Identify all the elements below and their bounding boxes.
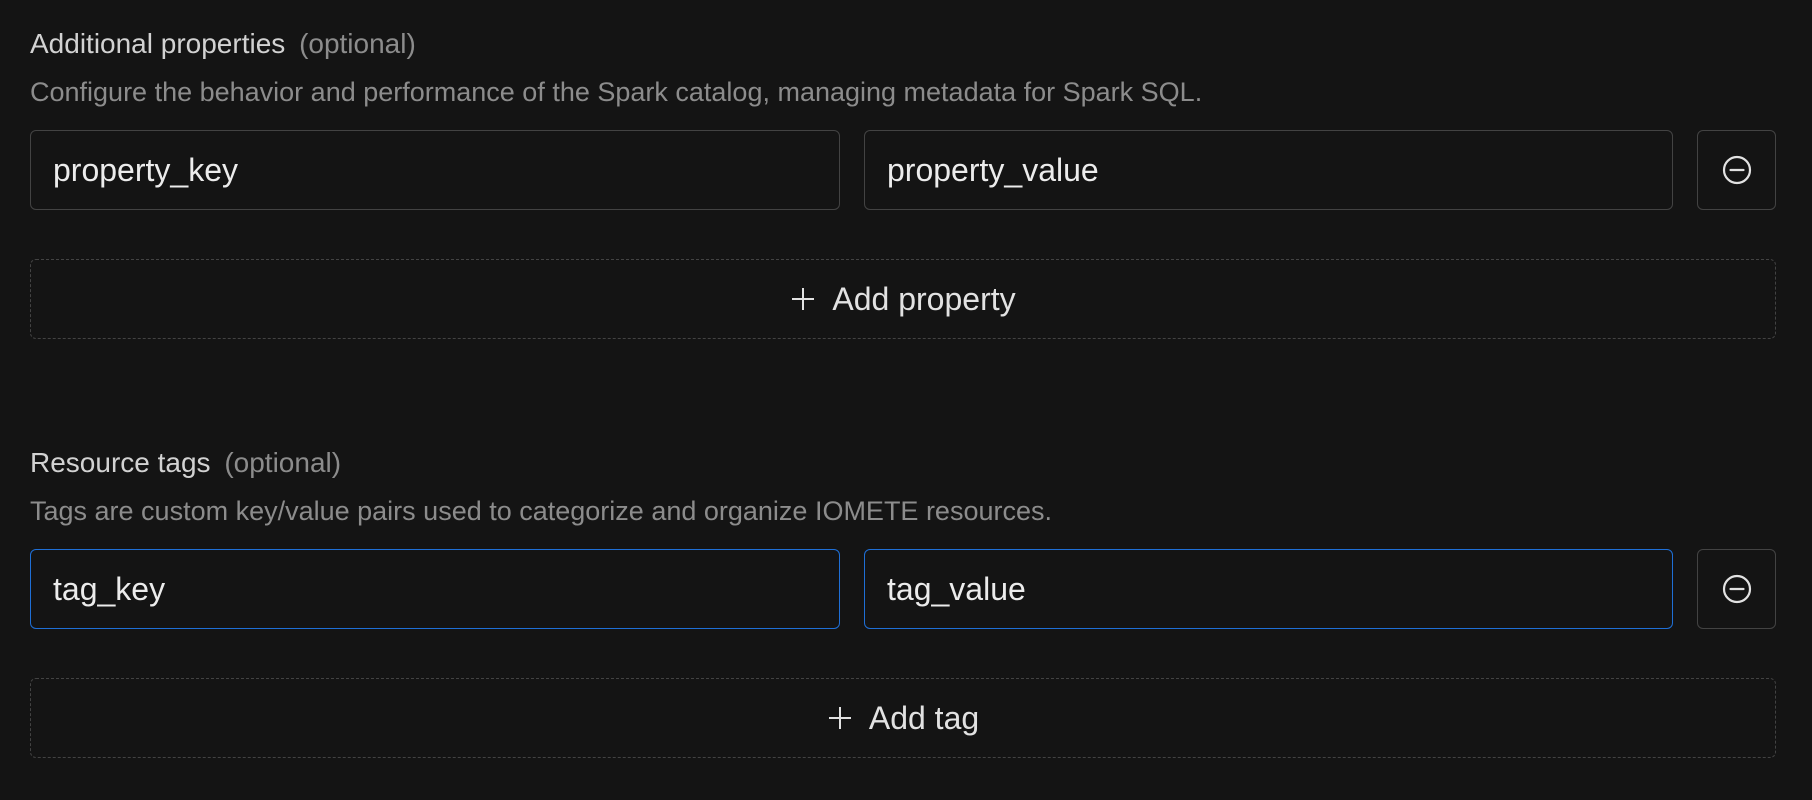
add-tag-button[interactable]: Add tag: [30, 678, 1776, 758]
optional-label: (optional): [224, 447, 342, 478]
add-property-button[interactable]: Add property: [30, 259, 1776, 339]
resource-tags-section: Resource tags (optional) Tags are custom…: [30, 445, 1776, 758]
tag-row: [30, 549, 1776, 629]
additional-properties-section: Additional properties (optional) Configu…: [30, 26, 1776, 339]
section-heading: Resource tags (optional): [30, 445, 1776, 481]
tag-key-input[interactable]: [30, 549, 840, 629]
property-row: [30, 130, 1776, 210]
property-value-input[interactable]: [864, 130, 1673, 210]
plus-icon: [790, 286, 816, 312]
optional-label: (optional): [299, 28, 416, 59]
remove-property-button[interactable]: [1697, 130, 1776, 210]
section-heading: Additional properties (optional): [30, 26, 1776, 62]
section-title: Additional properties: [30, 28, 286, 59]
add-tag-label: Add tag: [868, 699, 980, 736]
add-property-label: Add property: [832, 280, 1016, 317]
section-description: Tags are custom key/value pairs used to …: [30, 496, 1052, 526]
minus-circle-icon: [1722, 574, 1751, 604]
property-key-input[interactable]: [30, 130, 840, 210]
section-description: Configure the behavior and performance o…: [30, 77, 1203, 107]
form-page: Additional properties (optional) Configu…: [0, 0, 1812, 800]
minus-circle-icon: [1722, 155, 1751, 185]
tag-value-input[interactable]: [864, 549, 1673, 629]
remove-tag-button[interactable]: [1697, 549, 1776, 629]
section-title: Resource tags: [30, 447, 211, 478]
plus-icon: [827, 705, 853, 731]
